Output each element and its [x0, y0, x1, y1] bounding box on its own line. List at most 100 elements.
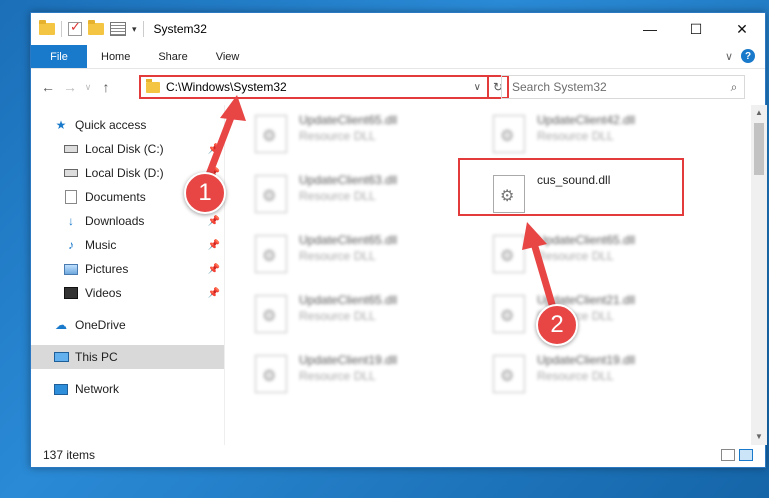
- list-item[interactable]: UpdateClient65.dll Resource DLL: [245, 289, 471, 347]
- music-icon: ♪: [68, 238, 74, 252]
- sidebar-item-label: This PC: [75, 350, 118, 364]
- maximize-button[interactable]: ☐: [673, 13, 719, 45]
- dll-file-icon: [255, 355, 287, 393]
- sidebar-item-label: Local Disk (D:): [85, 166, 164, 180]
- sidebar-item-label: Music: [85, 238, 117, 252]
- file-list: UpdateClient65.dll Resource DLL UpdateCli…: [225, 105, 767, 445]
- sidebar-item-label: Documents: [85, 190, 146, 204]
- sidebar-item-label: Quick access: [75, 118, 147, 132]
- computer-icon: [53, 352, 69, 362]
- file-type: Resource DLL: [537, 369, 614, 383]
- sidebar-item-network[interactable]: Network: [31, 377, 224, 401]
- drive-icon: [64, 145, 78, 153]
- vertical-scrollbar[interactable]: ▲ ▼: [751, 105, 767, 445]
- window-title: System32: [153, 22, 207, 36]
- list-item[interactable]: UpdateClient65.dll Resource DLL: [483, 229, 709, 287]
- file-type: Resource DLL: [299, 369, 376, 383]
- file-type: Resource DLL: [299, 129, 376, 143]
- sidebar-item-downloads[interactable]: ↓ Downloads 📌: [31, 209, 224, 233]
- new-folder-icon[interactable]: [88, 20, 104, 35]
- properties-check-icon[interactable]: [68, 19, 82, 36]
- cloud-icon: ☁: [55, 318, 67, 332]
- sidebar-item-label: Pictures: [85, 262, 129, 276]
- back-arrow-icon[interactable]: ←: [37, 79, 59, 95]
- list-item[interactable]: UpdateClient19.dll Resource DLL: [245, 349, 471, 407]
- sidebar-item-onedrive[interactable]: ☁ OneDrive: [31, 313, 224, 337]
- file-type: Resource DLL: [299, 249, 376, 263]
- search-box[interactable]: Search System32 ⌕: [501, 75, 745, 99]
- dll-file-icon: [493, 295, 525, 333]
- sidebar-item-local-disk-c[interactable]: Local Disk (C:) 📌: [31, 137, 224, 161]
- pin-icon[interactable]: 📌: [208, 264, 220, 275]
- pictures-icon: [64, 263, 78, 275]
- properties-icon[interactable]: [110, 22, 126, 36]
- address-dropdown-icon[interactable]: ∨: [474, 82, 481, 93]
- ribbon-tabs: File Home Share View ∨ ?: [31, 45, 765, 69]
- minimize-button[interactable]: —: [627, 13, 673, 45]
- sidebar-item-quick-access[interactable]: ★ Quick access: [31, 113, 224, 137]
- window-controls: — ☐ ✕: [627, 13, 765, 45]
- up-arrow-icon[interactable]: ↑: [95, 79, 117, 95]
- pin-icon[interactable]: 📌: [208, 240, 220, 251]
- documents-icon: [65, 190, 77, 204]
- sidebar-item-videos[interactable]: Videos 📌: [31, 281, 224, 305]
- scroll-up-icon[interactable]: ▲: [751, 105, 767, 121]
- file-highlight-box: [458, 158, 684, 216]
- list-item[interactable]: UpdateClient19.dll Resource DLL: [483, 349, 709, 407]
- forward-arrow-icon[interactable]: →: [59, 79, 81, 95]
- explorer-window: ▾ System32 — ☐ ✕ File Home Share View ∨ …: [30, 12, 767, 468]
- large-icons-view-icon[interactable]: [739, 449, 753, 461]
- file-type: Resource DLL: [299, 309, 376, 323]
- scrollbar-thumb[interactable]: [754, 123, 764, 175]
- details-view-icon[interactable]: [721, 449, 735, 461]
- list-item[interactable]: UpdateClient65.dll Resource DLL: [245, 229, 471, 287]
- status-bar: 137 items: [31, 443, 767, 467]
- tab-view[interactable]: View: [202, 45, 254, 68]
- main-content: ★ Quick access Local Disk (C:) 📌 Local D…: [31, 105, 767, 445]
- ribbon-right-controls: ∨ ?: [725, 49, 755, 63]
- search-input[interactable]: Search System32: [512, 80, 724, 94]
- downloads-icon: ↓: [68, 214, 74, 228]
- dll-file-icon: [255, 235, 287, 273]
- file-name: UpdateClient63.dll: [299, 173, 398, 187]
- sidebar-item-music[interactable]: ♪ Music 📌: [31, 233, 224, 257]
- sidebar-item-label: Network: [75, 382, 120, 396]
- view-toggle: [721, 449, 753, 461]
- network-icon: [54, 383, 68, 395]
- close-button[interactable]: ✕: [719, 13, 765, 45]
- pin-icon[interactable]: 📌: [208, 216, 220, 227]
- file-type: Resource DLL: [537, 129, 614, 143]
- tab-home[interactable]: Home: [87, 45, 144, 68]
- sidebar-item-label: Videos: [85, 286, 122, 300]
- pin-icon[interactable]: 📌: [208, 144, 220, 155]
- file-name: UpdateClient19.dll: [537, 353, 636, 367]
- dll-file-icon: [255, 115, 287, 153]
- file-name: UpdateClient65.dll: [299, 233, 398, 247]
- drive-icon: [64, 169, 78, 177]
- help-icon[interactable]: ?: [741, 49, 755, 63]
- dll-file-icon: [255, 295, 287, 333]
- list-item[interactable]: UpdateClient63.dll Resource DLL: [245, 169, 471, 227]
- address-bar[interactable]: C:\Windows\System32 ∨: [139, 75, 489, 99]
- navigation-pane: ★ Quick access Local Disk (C:) 📌 Local D…: [31, 105, 225, 445]
- dll-file-icon: [493, 235, 525, 273]
- navigation-bar: ← → ∨ ↑ C:\Windows\System32 ∨ ↻ Search S…: [31, 69, 765, 105]
- list-item[interactable]: UpdateClient21.dllResource DLL: [483, 289, 709, 347]
- tab-file[interactable]: File: [31, 45, 87, 68]
- sidebar-item-pictures[interactable]: Pictures 📌: [31, 257, 224, 281]
- customize-toolbar-dropdown-icon[interactable]: ▾: [132, 24, 137, 35]
- file-name: UpdateClient19.dll: [299, 353, 398, 367]
- list-item[interactable]: UpdateClient65.dll Resource DLL: [245, 109, 471, 167]
- address-path[interactable]: C:\Windows\System32: [166, 80, 474, 94]
- sidebar-item-this-pc[interactable]: This PC: [31, 345, 224, 369]
- folder-icon: [146, 78, 160, 93]
- expand-ribbon-icon[interactable]: ∨: [725, 50, 733, 63]
- folder-icon: [39, 20, 55, 35]
- recent-locations-dropdown-icon[interactable]: ∨: [81, 82, 95, 93]
- step-badge-2: 2: [536, 304, 578, 346]
- step-badge-1: 1: [184, 172, 226, 214]
- pin-icon[interactable]: 📌: [208, 288, 220, 299]
- tab-share[interactable]: Share: [144, 45, 201, 68]
- dll-file-icon: [493, 115, 525, 153]
- file-name: UpdateClient42.dll: [537, 113, 636, 127]
